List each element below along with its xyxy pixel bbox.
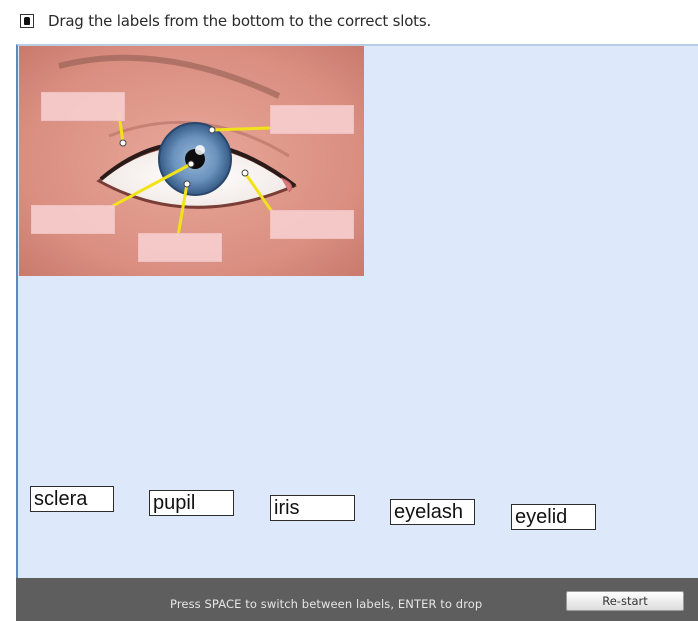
label-iris[interactable]: iris	[270, 495, 355, 521]
restart-button[interactable]: Re-start	[566, 591, 684, 611]
footer-bar: Press SPACE to switch between labels, EN…	[16, 578, 698, 621]
drop-slot-5[interactable]	[270, 210, 354, 239]
keyhole-info-icon[interactable]	[20, 14, 34, 28]
label-pupil[interactable]: pupil	[149, 490, 234, 516]
drop-slot-4[interactable]	[138, 233, 222, 262]
header: Drag the labels from the bottom to the c…	[0, 0, 698, 44]
drop-slot-1[interactable]	[41, 92, 125, 121]
drop-slot-3[interactable]	[31, 205, 115, 234]
drop-slot-2[interactable]	[270, 105, 354, 134]
instruction-text: Drag the labels from the bottom to the c…	[48, 12, 432, 30]
keyboard-hint: Press SPACE to switch between labels, EN…	[170, 597, 483, 611]
label-eyelid[interactable]: eyelid	[511, 504, 596, 530]
label-eyelash[interactable]: eyelash	[390, 499, 475, 525]
label-sclera[interactable]: sclera	[30, 486, 114, 512]
